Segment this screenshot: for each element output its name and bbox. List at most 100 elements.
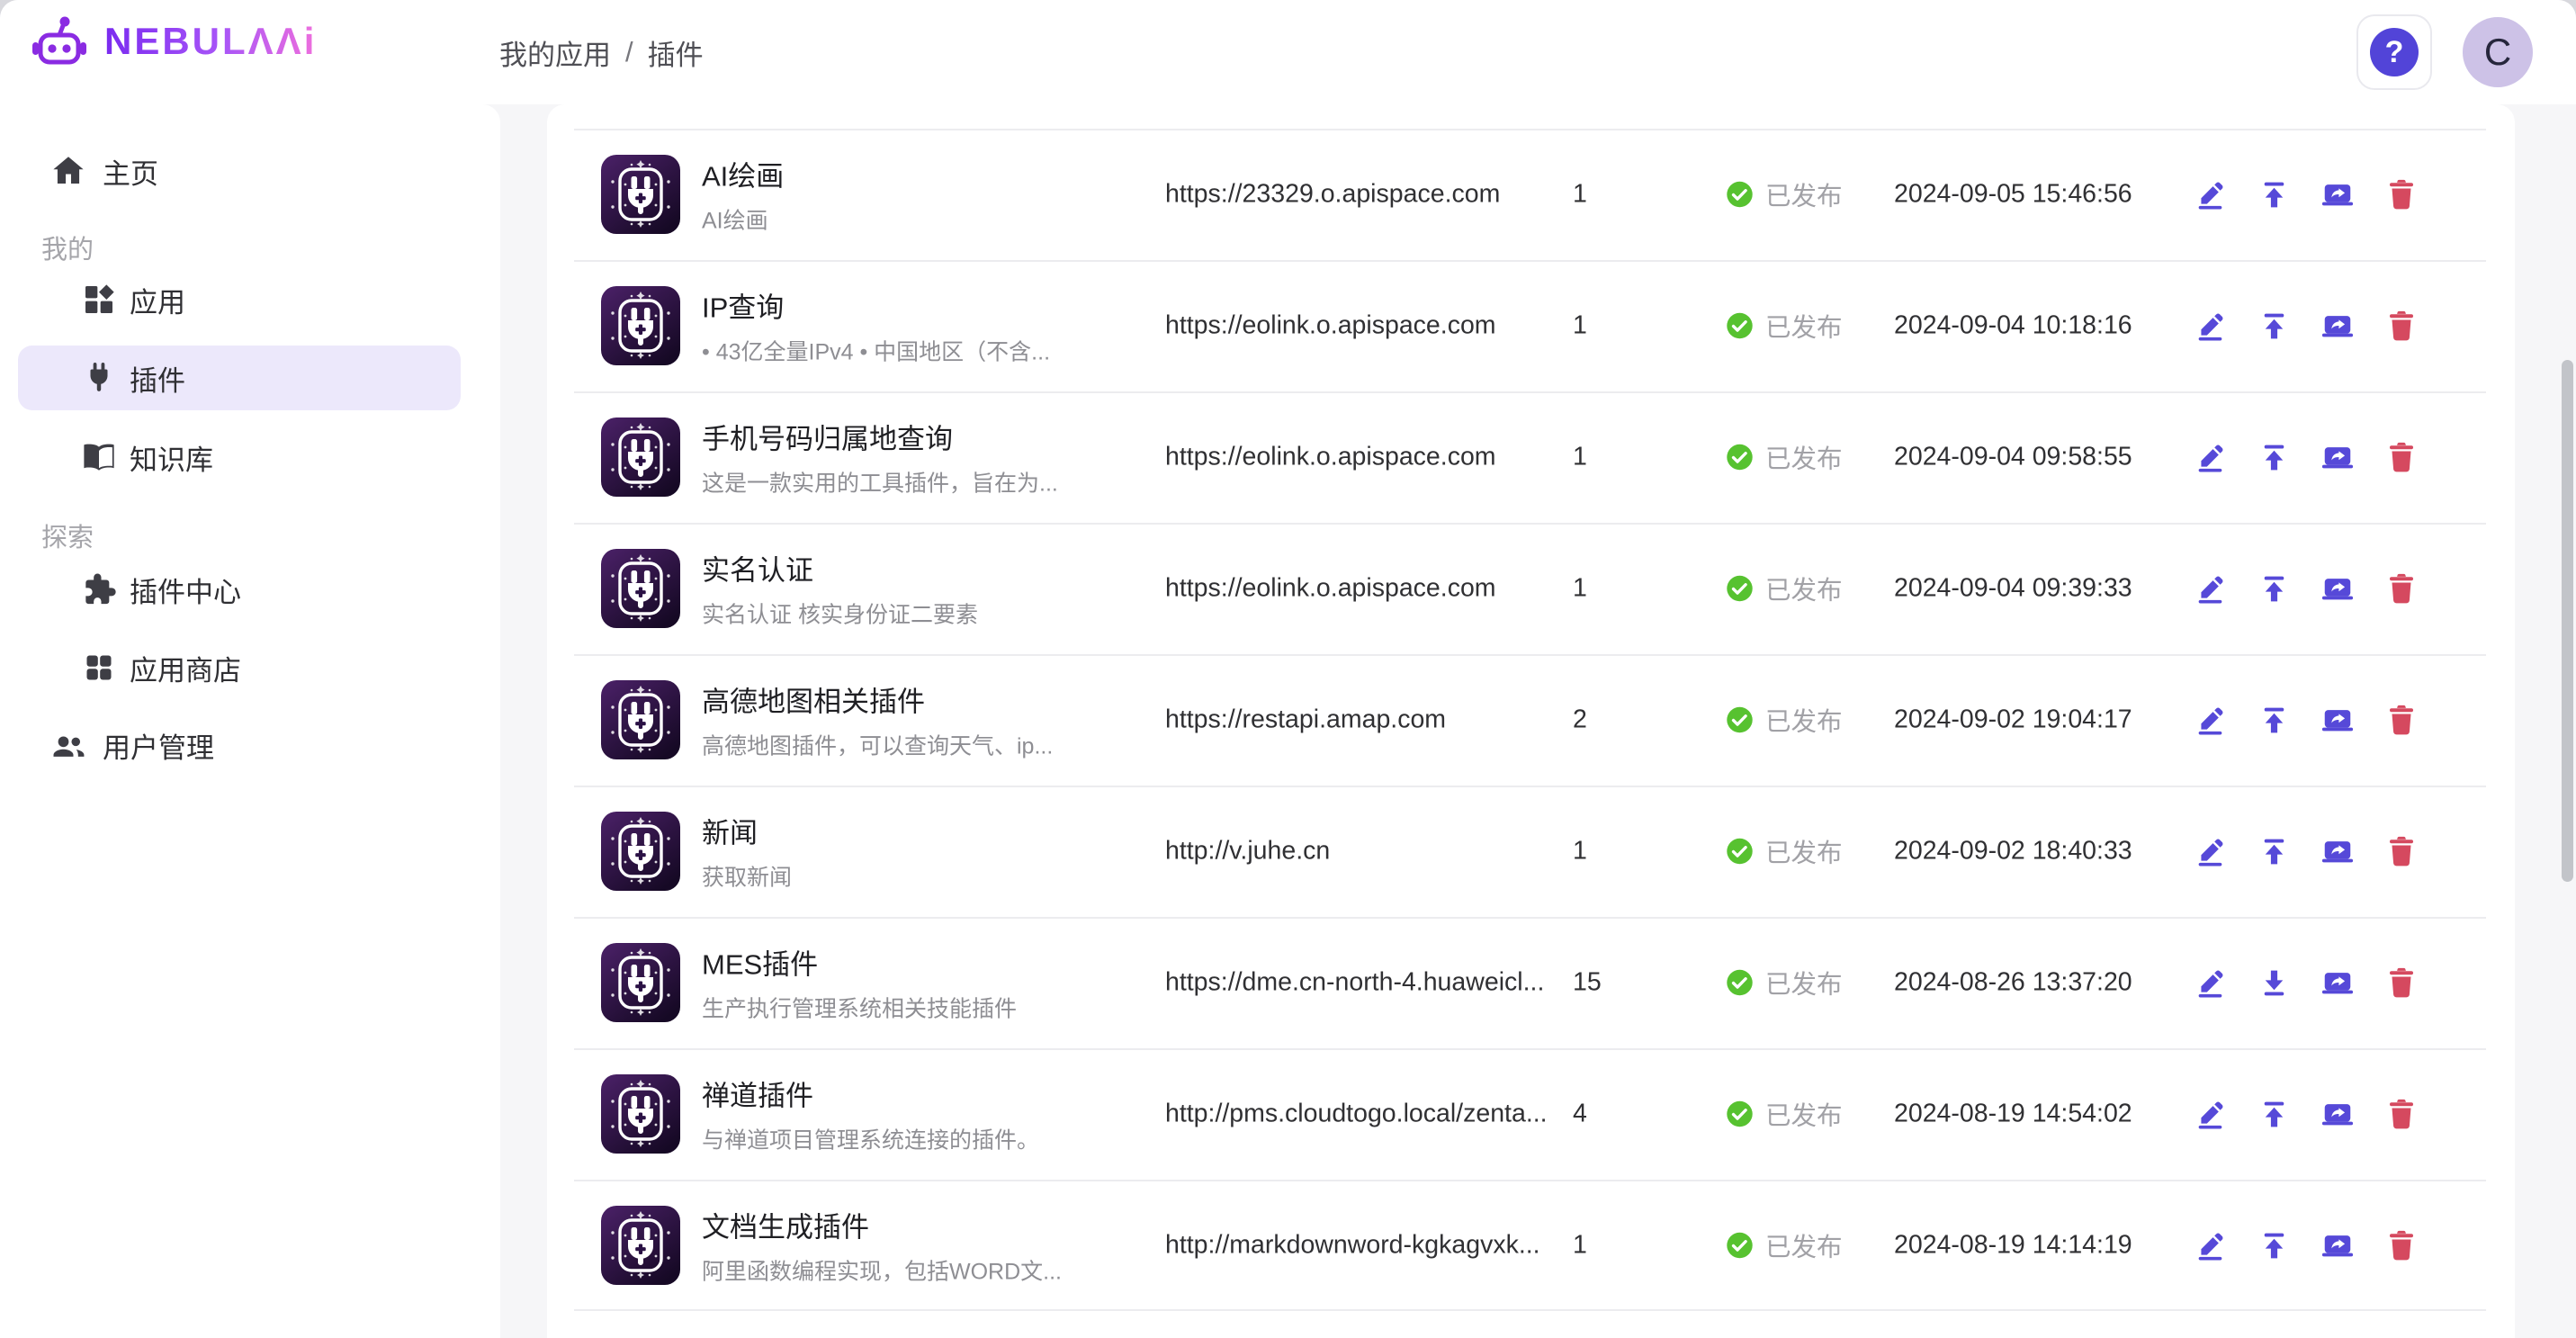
- edit-button[interactable]: [2193, 703, 2227, 737]
- upload-button[interactable]: [2257, 834, 2291, 868]
- status-badge: 已发布: [1726, 439, 1843, 476]
- edit-icon: [2194, 441, 2227, 474]
- sidebar-item-plugins[interactable]: 插件: [18, 346, 461, 410]
- screen-share-icon: [2320, 310, 2355, 343]
- status-badge: 已发布: [1726, 308, 1843, 345]
- table-row[interactable]: 手机号码归属地查询 这是一款实用的工具插件，旨在为... https://eol…: [547, 391, 2515, 523]
- plugin-name: MES插件: [702, 942, 1156, 983]
- status-badge: 已发布: [1726, 1096, 1843, 1133]
- upload-button[interactable]: [2257, 571, 2291, 606]
- delete-button[interactable]: [2384, 177, 2419, 211]
- updated-at: 2024-09-04 10:18:16: [1894, 311, 2132, 341]
- delete-button[interactable]: [2384, 1228, 2419, 1262]
- sidebar-item-label: 插件中心: [130, 570, 241, 610]
- sidebar-item-apps[interactable]: 应用: [18, 267, 461, 332]
- plugin-url: https://eolink.o.apispace.com: [1165, 311, 1575, 341]
- top-header: NEBULΛΛi 我的应用 / 插件 ? C: [0, 0, 2576, 104]
- plugin-count: 1: [1573, 1231, 1645, 1261]
- upload-button[interactable]: [2257, 440, 2291, 474]
- upload-button[interactable]: [2257, 1097, 2291, 1131]
- table-row[interactable]: MES插件 生产执行管理系统相关技能插件 https://dme.cn-nort…: [547, 917, 2515, 1048]
- table-row[interactable]: IP查询 • 43亿全量IPv4 • 中国地区（不含... https://eo…: [547, 260, 2515, 391]
- share-button[interactable]: [2320, 177, 2355, 211]
- avatar[interactable]: C: [2463, 17, 2533, 87]
- help-button[interactable]: ?: [2356, 14, 2432, 90]
- share-button[interactable]: [2320, 703, 2355, 737]
- status-text: 已发布: [1765, 833, 1843, 870]
- table-row[interactable]: 新闻 获取新闻 http://v.juhe.cn 1 已发布 2024-09-0…: [547, 786, 2515, 917]
- upload-button[interactable]: [2257, 309, 2291, 343]
- breadcrumb-parent[interactable]: 我的应用: [499, 32, 611, 73]
- share-button[interactable]: [2320, 571, 2355, 606]
- check-circle-icon: [1726, 1100, 1754, 1128]
- share-button[interactable]: [2320, 965, 2355, 1000]
- plugin-count: 1: [1573, 574, 1645, 604]
- delete-button[interactable]: [2384, 965, 2419, 1000]
- scrollbar-thumb[interactable]: [2562, 360, 2573, 882]
- edit-button[interactable]: [2193, 440, 2227, 474]
- updated-at: 2024-09-05 15:46:56: [1894, 180, 2132, 210]
- edit-button[interactable]: [2193, 1228, 2227, 1262]
- edit-button[interactable]: [2193, 309, 2227, 343]
- sidebar-item-plugin-center[interactable]: 插件中心: [18, 557, 461, 622]
- plugin-url: http://markdownword-kgkagvxk...: [1165, 1231, 1575, 1261]
- upload-button[interactable]: [2257, 177, 2291, 211]
- plugin-name: 手机号码归属地查询: [702, 417, 1156, 457]
- check-circle-icon: [1726, 969, 1754, 997]
- edit-button[interactable]: [2193, 834, 2227, 868]
- share-button[interactable]: [2320, 440, 2355, 474]
- share-button[interactable]: [2320, 1097, 2355, 1131]
- screen-share-icon: [2320, 835, 2355, 868]
- check-circle-icon: [1726, 1232, 1754, 1260]
- upload-icon: [2257, 1098, 2291, 1131]
- delete-button[interactable]: [2384, 834, 2419, 868]
- download-button[interactable]: [2257, 965, 2291, 1000]
- plugin-name: 实名认证: [702, 548, 1156, 588]
- table-row[interactable]: 禅道插件 与禅道项目管理系统连接的插件。 http://pms.cloudtog…: [547, 1048, 2515, 1180]
- table-row[interactable]: 实名认证 实名认证 核实身份证二要素 https://eolink.o.apis…: [547, 523, 2515, 654]
- brand-logo[interactable]: NEBULΛΛi: [31, 13, 317, 70]
- share-button[interactable]: [2320, 834, 2355, 868]
- status-text: 已发布: [1765, 965, 1843, 1001]
- upload-button[interactable]: [2257, 1228, 2291, 1262]
- screen-share-icon: [2320, 572, 2355, 606]
- edit-button[interactable]: [2193, 571, 2227, 606]
- updated-at: 2024-09-02 18:40:33: [1894, 837, 2132, 867]
- plugin-description: 生产执行管理系统相关技能插件: [702, 992, 1156, 1024]
- edit-button[interactable]: [2193, 1097, 2227, 1131]
- delete-button[interactable]: [2384, 1097, 2419, 1131]
- home-icon: [47, 149, 90, 193]
- plugin-table-body: AI绘画 AI绘画 https://23329.o.apispace.com 1…: [547, 104, 2515, 1338]
- table-row[interactable]: 高德地图相关插件 高德地图插件，可以查询天气、ip... https://res…: [547, 654, 2515, 786]
- edit-icon: [2194, 835, 2227, 868]
- status-text: 已发布: [1765, 308, 1843, 345]
- delete-button[interactable]: [2384, 703, 2419, 737]
- plugin-tile-icon: [601, 286, 680, 365]
- trash-icon: [2386, 966, 2417, 1000]
- trash-icon: [2386, 1229, 2417, 1262]
- updated-at: 2024-08-26 13:37:20: [1894, 968, 2132, 998]
- delete-button[interactable]: [2384, 309, 2419, 343]
- sidebar-item-user-management[interactable]: 用户管理: [18, 713, 461, 777]
- plugin-name: IP查询: [702, 285, 1156, 326]
- edit-button[interactable]: [2193, 965, 2227, 1000]
- delete-button[interactable]: [2384, 440, 2419, 474]
- edit-icon: [2194, 310, 2227, 343]
- table-row[interactable]: 文档生成插件 阿里函数编程实现，包括WORD文... http://markdo…: [547, 1180, 2515, 1311]
- share-button[interactable]: [2320, 309, 2355, 343]
- plugin-description: 这是一款实用的工具插件，旨在为...: [702, 466, 1156, 498]
- sidebar-item-home[interactable]: 主页: [18, 139, 461, 203]
- screen-share-icon: [2320, 178, 2355, 211]
- plugin-url: https://23329.o.apispace.com: [1165, 180, 1575, 210]
- trash-icon: [2386, 572, 2417, 606]
- edit-button[interactable]: [2193, 177, 2227, 211]
- share-button[interactable]: [2320, 1228, 2355, 1262]
- delete-button[interactable]: [2384, 571, 2419, 606]
- sidebar-item-knowledge[interactable]: 知识库: [18, 425, 461, 489]
- sidebar-item-app-store[interactable]: 应用商店: [18, 635, 461, 700]
- upload-icon: [2257, 310, 2291, 343]
- plugin-name: AI绘画: [702, 154, 1156, 194]
- users-icon: [47, 723, 90, 767]
- table-row[interactable]: AI绘画 AI绘画 https://23329.o.apispace.com 1…: [547, 129, 2515, 260]
- upload-button[interactable]: [2257, 703, 2291, 737]
